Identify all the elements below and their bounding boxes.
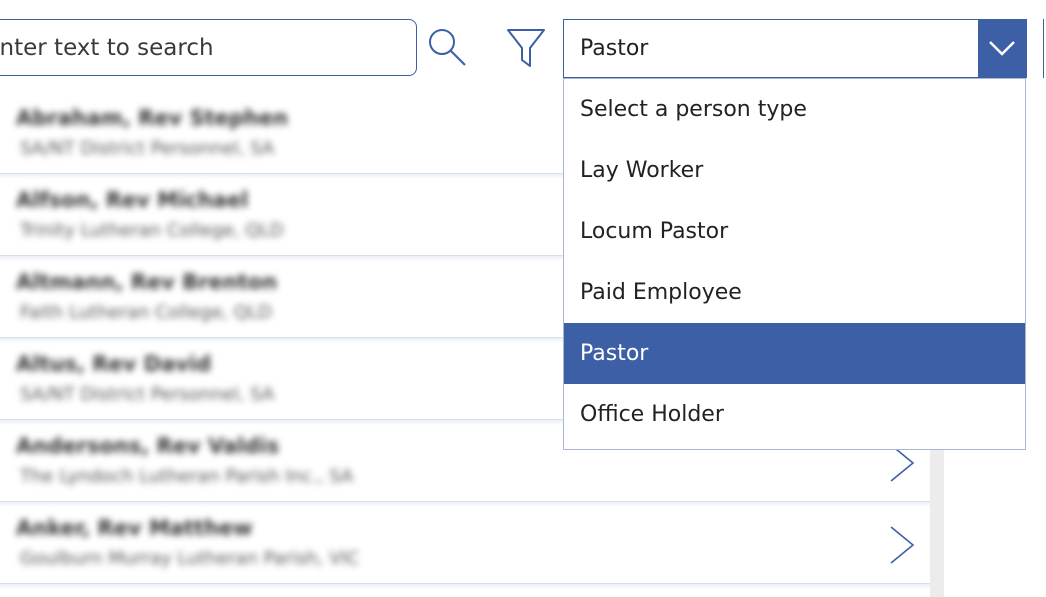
search-field[interactable] — [0, 19, 417, 76]
search-input[interactable] — [0, 20, 416, 75]
chevron-down-icon — [989, 41, 1015, 56]
person-type-options-menu: Select a person type Lay Worker Locum Past… — [563, 78, 1026, 450]
person-organisation: Trinity Lutheran College, QLD — [20, 220, 284, 241]
person-name: Abraham, Rev Stephen — [16, 106, 289, 130]
row-separator-shadow — [0, 583, 930, 589]
menu-option[interactable]: Lay Worker — [564, 140, 1025, 201]
menu-option[interactable]: Pastor — [564, 323, 1025, 384]
menu-option[interactable]: Office Holder — [564, 384, 1025, 445]
person-organisation: SA/NT District Personnel, SA — [20, 138, 275, 159]
person-name: Alfson, Rev Michael — [16, 188, 249, 212]
person-organisation: Goulburn Murray Lutheran Parish, VIC — [20, 548, 360, 569]
dropdown-selected-value: Pastor — [580, 36, 649, 61]
list-item[interactable]: Anker, Rev Matthew Goulburn Murray Luther… — [0, 502, 930, 589]
filter-icon[interactable] — [504, 24, 548, 70]
person-name: Anker, Rev Matthew — [16, 516, 253, 540]
menu-option[interactable]: Select a person type — [564, 79, 1025, 140]
menu-option[interactable]: Paid Employee — [564, 262, 1025, 323]
person-organisation: Faith Lutheran College, QLD — [20, 302, 272, 323]
menu-option[interactable]: Locum Pastor — [564, 201, 1025, 262]
chevron-right-icon[interactable] — [887, 524, 917, 566]
dropdown-toggle-button[interactable] — [978, 20, 1026, 77]
person-organisation: The Lyndoch Lutheran Parish Inc., SA — [20, 466, 354, 487]
person-name: Altus, Rev David — [16, 352, 212, 376]
person-name: Andersons, Rev Valdis — [16, 434, 280, 458]
person-type-dropdown[interactable]: Pastor — [563, 19, 1027, 78]
search-icon[interactable] — [424, 24, 470, 70]
person-organisation: SA/NT District Personnel, SA — [20, 384, 275, 405]
person-name: Altmann, Rev Brenton — [16, 270, 278, 294]
